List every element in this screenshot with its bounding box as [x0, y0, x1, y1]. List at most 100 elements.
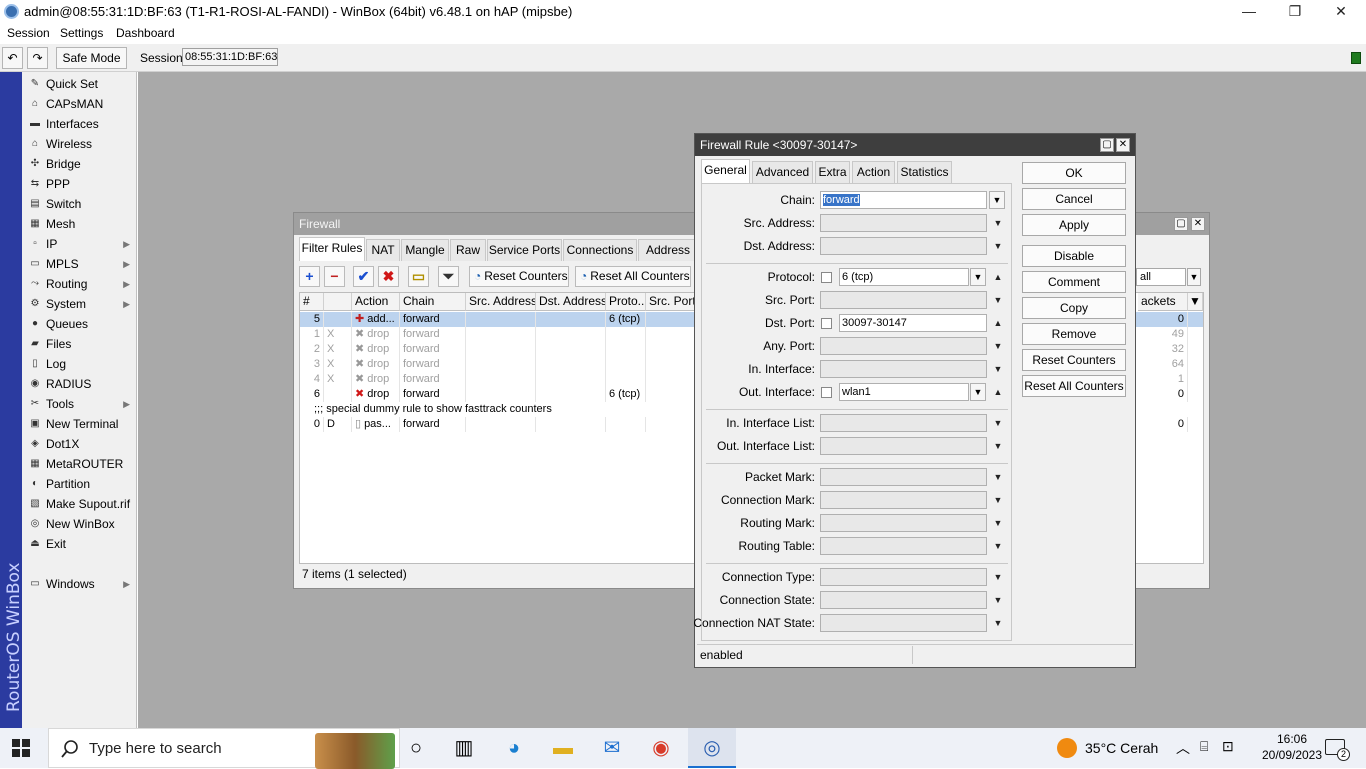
enable-icon[interactable]: ✔: [353, 266, 374, 287]
src-address-dropdown-icon[interactable]: ▼: [992, 214, 1004, 232]
routing-mark-field[interactable]: [820, 514, 987, 532]
add-icon[interactable]: +: [299, 266, 320, 287]
out-interface-collapse-icon[interactable]: ▲: [992, 383, 1004, 401]
windows-start-icon[interactable]: [12, 739, 30, 757]
sidebar-item-tools[interactable]: ✂ Tools ▶: [26, 394, 136, 414]
sidebar-item-wireless[interactable]: ⌂ Wireless: [26, 134, 136, 154]
routing-table-field[interactable]: [820, 537, 987, 555]
taskbar-search[interactable]: Type here to search: [48, 728, 400, 769]
src-address-field[interactable]: [820, 214, 987, 232]
tab-statistics[interactable]: Statistics: [897, 161, 952, 184]
routing-table-dropdown-icon[interactable]: ▼: [992, 537, 1004, 555]
dst-address-dropdown-icon[interactable]: ▼: [992, 237, 1004, 255]
connection-state-field[interactable]: [820, 591, 987, 609]
sidebar-item-capsman[interactable]: ⌂ CAPsMAN: [26, 94, 136, 114]
protocol-dropdown-icon[interactable]: ▼: [970, 268, 986, 286]
connection-nat-state-dropdown-icon[interactable]: ▼: [992, 614, 1004, 632]
filter-dropdown-icon[interactable]: ▼: [1187, 268, 1201, 286]
sidebar-item-mesh[interactable]: ▦ Mesh: [26, 214, 136, 234]
sidebar-item-queues[interactable]: ● Queues: [26, 314, 136, 334]
out-interface-list-field[interactable]: [820, 437, 987, 455]
sidebar-item-new-terminal[interactable]: ▣ New Terminal: [26, 414, 136, 434]
chain-field[interactable]: forward: [820, 191, 987, 209]
out-interface-field[interactable]: wlan1: [839, 383, 969, 401]
col-packets[interactable]: ackets: [1138, 293, 1188, 311]
sidebar-item-routing[interactable]: ⤳ Routing ▶: [26, 274, 136, 294]
weather-text[interactable]: 35°C Cerah: [1085, 740, 1158, 756]
tab-action[interactable]: Action: [852, 161, 895, 184]
in-interface-dropdown-icon[interactable]: ▼: [992, 360, 1004, 378]
maximize-button[interactable]: ❐: [1272, 0, 1318, 24]
dst-port-negate-checkbox[interactable]: [821, 318, 832, 329]
widgets-icon[interactable]: ▥: [450, 734, 478, 762]
out-interface-negate-checkbox[interactable]: [821, 387, 832, 398]
col-action[interactable]: Action: [352, 293, 400, 311]
src-port-dropdown-icon[interactable]: ▼: [992, 291, 1004, 309]
sidebar-item-new-winbox[interactable]: ◎ New WinBox: [26, 514, 136, 534]
redo-button[interactable]: ↷: [27, 47, 48, 69]
protocol-collapse-icon[interactable]: ▲: [992, 268, 1004, 286]
volume-icon[interactable]: ⊡: [1222, 738, 1234, 755]
menu-dashboard[interactable]: Dashboard: [116, 26, 175, 40]
connection-type-field[interactable]: [820, 568, 987, 586]
comment-icon[interactable]: ▭: [408, 266, 429, 287]
file-explorer-icon[interactable]: ▬: [549, 734, 577, 762]
sidebar-item-make-supout-rif[interactable]: ▧ Make Supout.rif: [26, 494, 136, 514]
col-protocol[interactable]: Proto...: [606, 293, 646, 311]
sidebar-item-bridge[interactable]: ✣ Bridge: [26, 154, 136, 174]
tab-advanced[interactable]: Advanced: [752, 161, 813, 184]
sidebar-item-partition[interactable]: ◐ Partition: [26, 474, 136, 494]
in-interface-list-dropdown-icon[interactable]: ▼: [992, 414, 1004, 432]
connection-nat-state-field[interactable]: [820, 614, 987, 632]
dst-port-collapse-icon[interactable]: ▲: [992, 314, 1004, 332]
disable-button[interactable]: Disable: [1022, 245, 1126, 267]
dst-address-field[interactable]: [820, 237, 987, 255]
connection-type-dropdown-icon[interactable]: ▼: [992, 568, 1004, 586]
chrome-icon[interactable]: ◉: [647, 734, 675, 762]
tab-filter-rules[interactable]: Filter Rules: [299, 237, 365, 261]
packet-mark-field[interactable]: [820, 468, 987, 486]
sidebar-item-metarouter[interactable]: ▦ MetaROUTER: [26, 454, 136, 474]
col-dst-address[interactable]: Dst. Address: [536, 293, 606, 311]
sidebar-item-dot1x[interactable]: ◈ Dot1X: [26, 434, 136, 454]
undo-button[interactable]: ↶: [2, 47, 23, 69]
tab-nat[interactable]: NAT: [366, 239, 400, 261]
minimize-button[interactable]: —: [1226, 0, 1272, 24]
remove-icon[interactable]: −: [324, 266, 345, 287]
col-chain[interactable]: Chain: [400, 293, 466, 311]
sidebar-item-files[interactable]: ▰ Files: [26, 334, 136, 354]
tab-raw[interactable]: Raw: [450, 239, 486, 261]
close-icon[interactable]: ✕: [1191, 217, 1205, 231]
tab-general[interactable]: General: [701, 159, 750, 184]
connection-mark-field[interactable]: [820, 491, 987, 509]
filter-icon[interactable]: ⏷: [438, 266, 459, 287]
close-button[interactable]: ✕: [1318, 0, 1364, 24]
connection-state-dropdown-icon[interactable]: ▼: [992, 591, 1004, 609]
col-num[interactable]: #: [300, 293, 324, 311]
apply-button[interactable]: Apply: [1022, 214, 1126, 236]
winbox-task-button[interactable]: ◎: [688, 728, 736, 768]
chevron-up-icon[interactable]: ︿: [1176, 738, 1190, 758]
clock-date[interactable]: 20/09/2023: [1257, 748, 1327, 762]
in-interface-list-field[interactable]: [820, 414, 987, 432]
copy-button[interactable]: Copy: [1022, 297, 1126, 319]
col-src-address[interactable]: Src. Address: [466, 293, 536, 311]
tab-connections[interactable]: Connections: [563, 239, 637, 261]
sidebar-item-quick-set[interactable]: ✎ Quick Set: [26, 74, 136, 94]
mail-icon[interactable]: ✉: [598, 734, 626, 762]
ok-button[interactable]: OK: [1022, 162, 1126, 184]
sidebar-item-mpls[interactable]: ▭ MPLS ▶: [26, 254, 136, 274]
rule-dialog-title[interactable]: Firewall Rule <30097-30147>: [695, 134, 1135, 156]
routing-mark-dropdown-icon[interactable]: ▼: [992, 514, 1004, 532]
comment-button[interactable]: Comment: [1022, 271, 1126, 293]
chain-dropdown-icon[interactable]: ▼: [989, 191, 1005, 209]
sidebar-item-switch[interactable]: ▤ Switch: [26, 194, 136, 214]
menu-settings[interactable]: Settings: [60, 26, 103, 40]
connection-mark-dropdown-icon[interactable]: ▼: [992, 491, 1004, 509]
disable-icon[interactable]: ✖: [378, 266, 399, 287]
filter-select[interactable]: all: [1136, 268, 1186, 286]
dst-port-field[interactable]: 30097-30147: [839, 314, 987, 332]
packet-mark-dropdown-icon[interactable]: ▼: [992, 468, 1004, 486]
src-port-field[interactable]: [820, 291, 987, 309]
menu-session[interactable]: Session: [7, 26, 50, 40]
